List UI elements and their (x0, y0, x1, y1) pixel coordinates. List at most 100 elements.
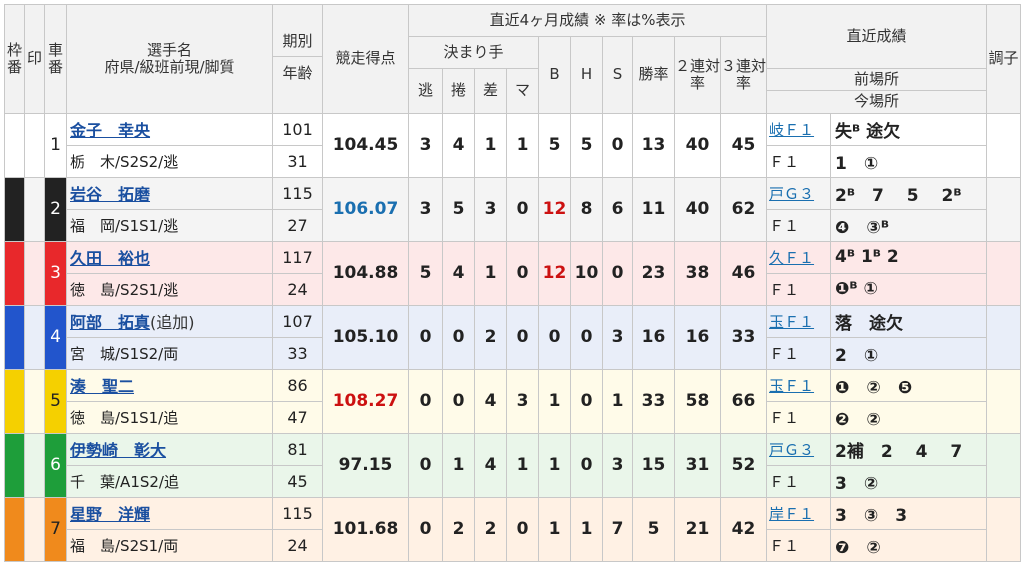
stat-b: 1 (538, 432, 571, 498)
kimarite-makuri: 4 (442, 240, 475, 306)
car-number: 1 (44, 112, 67, 178)
curr-venue: Ｆ１ (766, 464, 832, 498)
kimarite-makuri: 0 (442, 368, 475, 434)
lane-color-cell (4, 240, 25, 306)
rider-info: 徳 島/S1S1/追 (66, 400, 273, 434)
rider-score: 106.07 (322, 176, 409, 242)
curr-results: ❼ ② (830, 528, 988, 562)
stat-h: 0 (570, 304, 603, 370)
rate-2ren: 38 (674, 240, 721, 306)
rate-3ren: 33 (719, 304, 768, 370)
kimarite-nige: 0 (408, 304, 443, 370)
prev-results: 落 途欠 (830, 304, 988, 338)
header-makuri: 捲 (442, 68, 475, 114)
rider-score: 104.45 (322, 112, 409, 178)
rider-age: 24 (272, 528, 323, 562)
rider-name-link[interactable]: 阿部 拓真 (70, 313, 150, 332)
prev-venue-link[interactable]: 久Ｆ１ (769, 249, 814, 267)
prev-venue-link[interactable]: 岐Ｆ１ (769, 121, 814, 139)
rider-period: 117 (272, 240, 323, 274)
rate-2ren: 58 (674, 368, 721, 434)
prev-venue-cell: 岸Ｆ１ (766, 496, 832, 530)
prev-results: 3 ③ 3 (830, 496, 988, 530)
stat-s: 6 (602, 176, 633, 242)
prev-venue-cell: 久Ｆ１ (766, 240, 832, 274)
stat-b: 1 (538, 368, 571, 434)
rider-row: 6 伊勢崎 彰大 81 97.15 0 1 4 1 1 0 3 15 31 52 戸Ｇ３ 2補 2 4 7 (4, 432, 1022, 498)
header-name-sub: 府県/級班前現/脚質 (104, 57, 235, 76)
stat-b: 12 (538, 176, 571, 242)
condition-cell (986, 496, 1022, 562)
rider-info: 徳 島/S2S1/逃 (66, 272, 273, 306)
rider-info: 千 葉/A1S2/追 (66, 464, 273, 498)
kimarite-sashi: 1 (474, 112, 507, 178)
prev-venue-cell: 玉Ｆ１ (766, 304, 832, 338)
prediction-mark-cell (24, 304, 45, 370)
kimarite-mark: 0 (506, 176, 539, 242)
prev-results: ❶ ② ❺ (830, 368, 988, 402)
kimarite-nige: 3 (408, 176, 443, 242)
curr-results: 2 ① (830, 336, 988, 370)
prev-venue-link[interactable]: 玉Ｆ１ (769, 377, 814, 395)
prev-venue-link[interactable]: 戸Ｇ３ (769, 441, 814, 459)
condition-cell (986, 176, 1022, 242)
kimarite-sashi: 3 (474, 176, 507, 242)
header-waku: 枠番 (4, 4, 25, 114)
rider-name-link[interactable]: 久田 裕也 (70, 249, 150, 268)
lane-color-cell (4, 368, 25, 434)
kimarite-makuri: 4 (442, 112, 475, 178)
kimarite-mark: 0 (506, 240, 539, 306)
stat-h: 0 (570, 432, 603, 498)
rider-row: 4 阿部 拓真(追加) 107 105.10 0 0 2 0 0 0 3 16 16 33 玉Ｆ１ 落 途欠 (4, 304, 1022, 370)
kimarite-makuri: 5 (442, 176, 475, 242)
prev-results: 失ᴮ 途欠 (830, 112, 988, 146)
stat-s: 3 (602, 432, 633, 498)
header-mark-k: マ (506, 68, 539, 114)
rider-name-link[interactable]: 金子 幸央 (70, 121, 150, 140)
header-win-rate: 勝率 (632, 36, 675, 114)
rate-2ren: 21 (674, 496, 721, 562)
kimarite-makuri: 2 (442, 496, 475, 562)
rider-score: 101.68 (322, 496, 409, 562)
stat-b: 5 (538, 112, 571, 178)
kimarite-mark: 3 (506, 368, 539, 434)
rider-name-extra: (追加) (150, 313, 195, 332)
kimarite-mark: 1 (506, 432, 539, 498)
rider-score: 104.88 (322, 240, 409, 306)
kimarite-nige: 3 (408, 112, 443, 178)
stat-h: 1 (570, 496, 603, 562)
prev-venue-link[interactable]: 玉Ｆ１ (769, 313, 814, 331)
header-kimarite: 決まり手 (408, 36, 539, 69)
stat-b: 1 (538, 496, 571, 562)
rider-age: 33 (272, 336, 323, 370)
rate-2ren: 16 (674, 304, 721, 370)
curr-venue: Ｆ１ (766, 336, 832, 370)
kimarite-sashi: 2 (474, 496, 507, 562)
win-rate: 33 (632, 368, 675, 434)
rider-row: 2 岩谷 拓磨 115 106.07 3 5 3 0 12 8 6 11 40 62 戸Ｇ３ 2ᴮ 7 5 2… (4, 176, 1022, 242)
rider-name-cell: 阿部 拓真(追加) (66, 304, 273, 338)
rider-age: 27 (272, 208, 323, 242)
rate-2ren: 31 (674, 432, 721, 498)
header-age: 年齢 (282, 64, 313, 83)
header-curr-venue: 今場所 (854, 92, 900, 111)
prev-venue-link[interactable]: 岸Ｆ１ (769, 505, 814, 523)
prev-venue-link[interactable]: 戸Ｇ３ (769, 185, 814, 203)
header-nige: 逃 (408, 68, 443, 114)
kimarite-sashi: 1 (474, 240, 507, 306)
rider-name-link[interactable]: 湊 聖二 (70, 377, 134, 396)
stat-s: 0 (602, 112, 633, 178)
car-number: 4 (44, 304, 67, 370)
rider-name-link[interactable]: 岩谷 拓磨 (70, 185, 150, 204)
kimarite-sashi: 4 (474, 432, 507, 498)
rider-name-link[interactable]: 星野 洋輝 (70, 505, 150, 524)
kimarite-nige: 0 (408, 496, 443, 562)
rate-2ren: 40 (674, 112, 721, 178)
rider-name-link[interactable]: 伊勢崎 彰大 (70, 441, 166, 460)
prediction-mark-cell (24, 176, 45, 242)
header-rate3: ３連対率 (719, 36, 768, 114)
prediction-mark-cell (24, 240, 45, 306)
header-period: 期別 (273, 27, 322, 58)
win-rate: 5 (632, 496, 675, 562)
stat-h: 5 (570, 112, 603, 178)
